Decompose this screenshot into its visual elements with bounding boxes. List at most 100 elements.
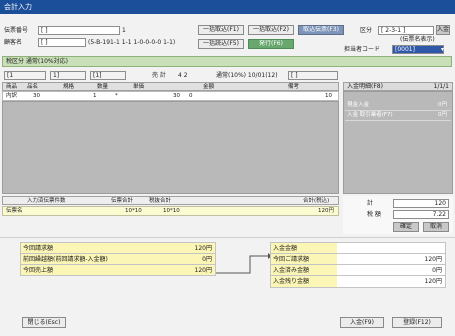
- table-row[interactable]: 内訳 30 1 * 30 0 10: [2, 91, 339, 101]
- grid-header-note: 備考: [288, 84, 300, 90]
- confirm-button[interactable]: 確定: [393, 222, 419, 232]
- staff-code-label: 担当者コード: [344, 46, 381, 53]
- category-label: 区分: [360, 27, 373, 34]
- app-window: 会計入力 伝票番号 [ ] 1 顧客名 [ ] (5-B-191-1 1-1 1…: [0, 0, 455, 336]
- deposit-detail-header: 入金明細(F8) 1/1/1: [343, 82, 453, 91]
- totals-header: 入力済伝票件数 伝票合計 税抜合計 合計(税込): [2, 196, 339, 205]
- line-items-grid: 商品 品名 規格 数量 単価 金額 備考 内訳 30 1 * 30 0 10: [2, 82, 339, 194]
- deposit-summary: 入金金額 今回ご請求額 120円 入金済み金額 0円 入金残り金額 120円: [270, 242, 446, 288]
- bulk-read-button[interactable]: 一括読込(F5): [198, 39, 244, 49]
- deposit-row-label: 入金残り金額: [273, 278, 310, 285]
- deposit-summary-title-row: 入金金額: [271, 243, 445, 254]
- slip-number-field[interactable]: [ ]: [38, 26, 120, 35]
- summary-row-current-sales: 今回売上額 120円: [21, 265, 215, 276]
- summary-value: 120円: [194, 267, 212, 274]
- totals-cell-total: 120円: [318, 208, 334, 214]
- info-field-c[interactable]: [1]: [90, 71, 126, 80]
- chevron-down-icon[interactable]: ▾: [441, 46, 447, 53]
- deposit-detail-body: 現金入金 0円 入金 取引業者(F7) 0円: [343, 91, 453, 194]
- deposit-badge: 入金: [436, 25, 450, 35]
- totals-cell-pretax: 10*10: [163, 208, 180, 214]
- info-field-g[interactable]: [ ]: [288, 71, 338, 80]
- row-cell-amount: 10: [325, 93, 332, 99]
- tax-label: 税 額: [367, 211, 381, 218]
- deposit-row-label: 今回ご請求額: [273, 256, 310, 263]
- grid-header-product: 商品: [6, 84, 18, 90]
- close-button[interactable]: 閉じる(Esc): [22, 317, 66, 328]
- grid-header-name: 品名: [27, 84, 39, 90]
- tax-value: 7.22: [393, 210, 449, 219]
- row-cell-tax: 0: [189, 93, 193, 99]
- total-value: 120: [393, 199, 449, 208]
- slip-number-label: 伝票番号: [4, 27, 29, 34]
- deposit-detail-tab[interactable]: 入金明細(F8): [347, 83, 383, 90]
- list-item-value: 0円: [438, 102, 447, 108]
- row-cell-qty: 1: [93, 93, 97, 99]
- row-cell-product: 内訳: [6, 93, 18, 99]
- staff-code-value: [0001]: [395, 46, 415, 53]
- customer-label: 顧客名: [4, 39, 23, 46]
- totals-row[interactable]: 伝票名 10*10 10*10 120円: [2, 206, 339, 216]
- arrow-right-icon: [216, 253, 272, 274]
- deposit-row-billing: 今回ご請求額 120円: [271, 254, 445, 265]
- issue-button[interactable]: 発行(F6): [248, 39, 294, 49]
- section-divider: [0, 237, 455, 238]
- deposit-detail-panel: 入金明細(F8) 1/1/1 現金入金 0円 入金 取引業者(F7) 0円: [343, 82, 453, 194]
- summary-row-current-billing: 今回請求額 120円: [21, 243, 215, 254]
- bulk-import-f1-button[interactable]: 一括取込(F1): [198, 25, 244, 35]
- deposit-button[interactable]: 入金(F9): [340, 317, 384, 328]
- window-title: 会計入力: [4, 3, 32, 11]
- list-item-label: 入金 取引業者(F7): [347, 112, 393, 118]
- summary-label: 前回繰越額(前回請求額-入金額): [23, 256, 108, 263]
- grid-header: 商品 品名 規格 数量 単価 金額 備考: [2, 82, 339, 91]
- totals-header-count: 入力済伝票件数: [27, 198, 66, 204]
- tax-category-bar: 税区分 通常(10%対応): [2, 56, 452, 67]
- staff-code-select[interactable]: [0001]: [392, 45, 444, 54]
- list-item-label: 現金入金: [347, 102, 370, 108]
- grid-empty-area: [2, 101, 339, 194]
- category-field[interactable]: [ 2-3-1 ]: [378, 26, 434, 35]
- info-field-b[interactable]: 1]: [50, 71, 86, 80]
- deposit-row-value: 120円: [424, 278, 442, 285]
- totals-grid: 入力済伝票件数 伝票合計 税抜合計 合計(税込) 伝票名 10*10 10*10…: [2, 196, 339, 218]
- import-slip-button[interactable]: 取込伝票(F3): [298, 25, 344, 35]
- title-bar: 会計入力: [0, 0, 455, 14]
- totals-cell-name: 伝票名: [6, 208, 23, 214]
- grid-header-price: 単価: [133, 84, 145, 90]
- totals-header-pretax: 税抜合計: [149, 198, 172, 204]
- billing-summary: 今回請求額 120円 前回繰越額(前回請求額-入金額) 0円 今回売上額 120…: [20, 242, 216, 276]
- row-cell-code: 30: [33, 93, 40, 99]
- summary-label: 今回売上額: [23, 267, 54, 274]
- totals-cell-slip: 10*10: [125, 208, 142, 214]
- info-field-a[interactable]: [1: [4, 71, 46, 80]
- row-cell-price: 30: [173, 93, 180, 99]
- totals-header-total: 合計(税込): [303, 198, 330, 204]
- deposit-row-remaining: 入金残り金額 120円: [271, 276, 445, 287]
- list-item-value: 0円: [438, 112, 447, 118]
- info-sales-value: 4 2: [178, 72, 188, 79]
- deposit-row-value: 120円: [424, 256, 442, 263]
- list-item[interactable]: 入金 取引業者(F7) 0円: [345, 110, 451, 121]
- row-cell-unit: *: [115, 93, 118, 99]
- summary-row-carryover: 前回繰越額(前回請求額-入金額) 0円: [21, 254, 215, 265]
- cancel-button[interactable]: 取消: [423, 222, 449, 232]
- summary-value: 0円: [202, 256, 212, 263]
- total-label: 計: [367, 200, 374, 207]
- info-tax-date: 通常(10%) 10/01(12): [216, 72, 278, 79]
- deposit-row-paid: 入金済み金額 0円: [271, 265, 445, 276]
- deposit-detail-page: 1/1/1: [433, 83, 450, 90]
- register-button[interactable]: 登録(F12): [392, 317, 442, 328]
- slip-name-note: (伝票名表示): [400, 36, 435, 43]
- slip-mid-value: 1: [122, 27, 126, 34]
- customer-detail: (5-B-191-1 1-1 1-0-0-0-0 1-1): [88, 39, 176, 46]
- totals-header-slip: 伝票合計: [111, 198, 134, 204]
- deposit-row-value: 0円: [432, 267, 442, 274]
- info-sales-label: 売 計: [152, 72, 166, 79]
- grid-header-amount: 金額: [203, 84, 215, 90]
- customer-field[interactable]: [ ]: [38, 38, 86, 47]
- summary-label: 今回請求額: [23, 245, 54, 252]
- grid-header-spec: 規格: [63, 84, 75, 90]
- tax-category-text: 税区分 通常(10%対応): [6, 58, 68, 65]
- bulk-import-f2-button[interactable]: 一括取込(F2): [248, 25, 294, 35]
- deposit-summary-title: 入金金額: [273, 245, 298, 252]
